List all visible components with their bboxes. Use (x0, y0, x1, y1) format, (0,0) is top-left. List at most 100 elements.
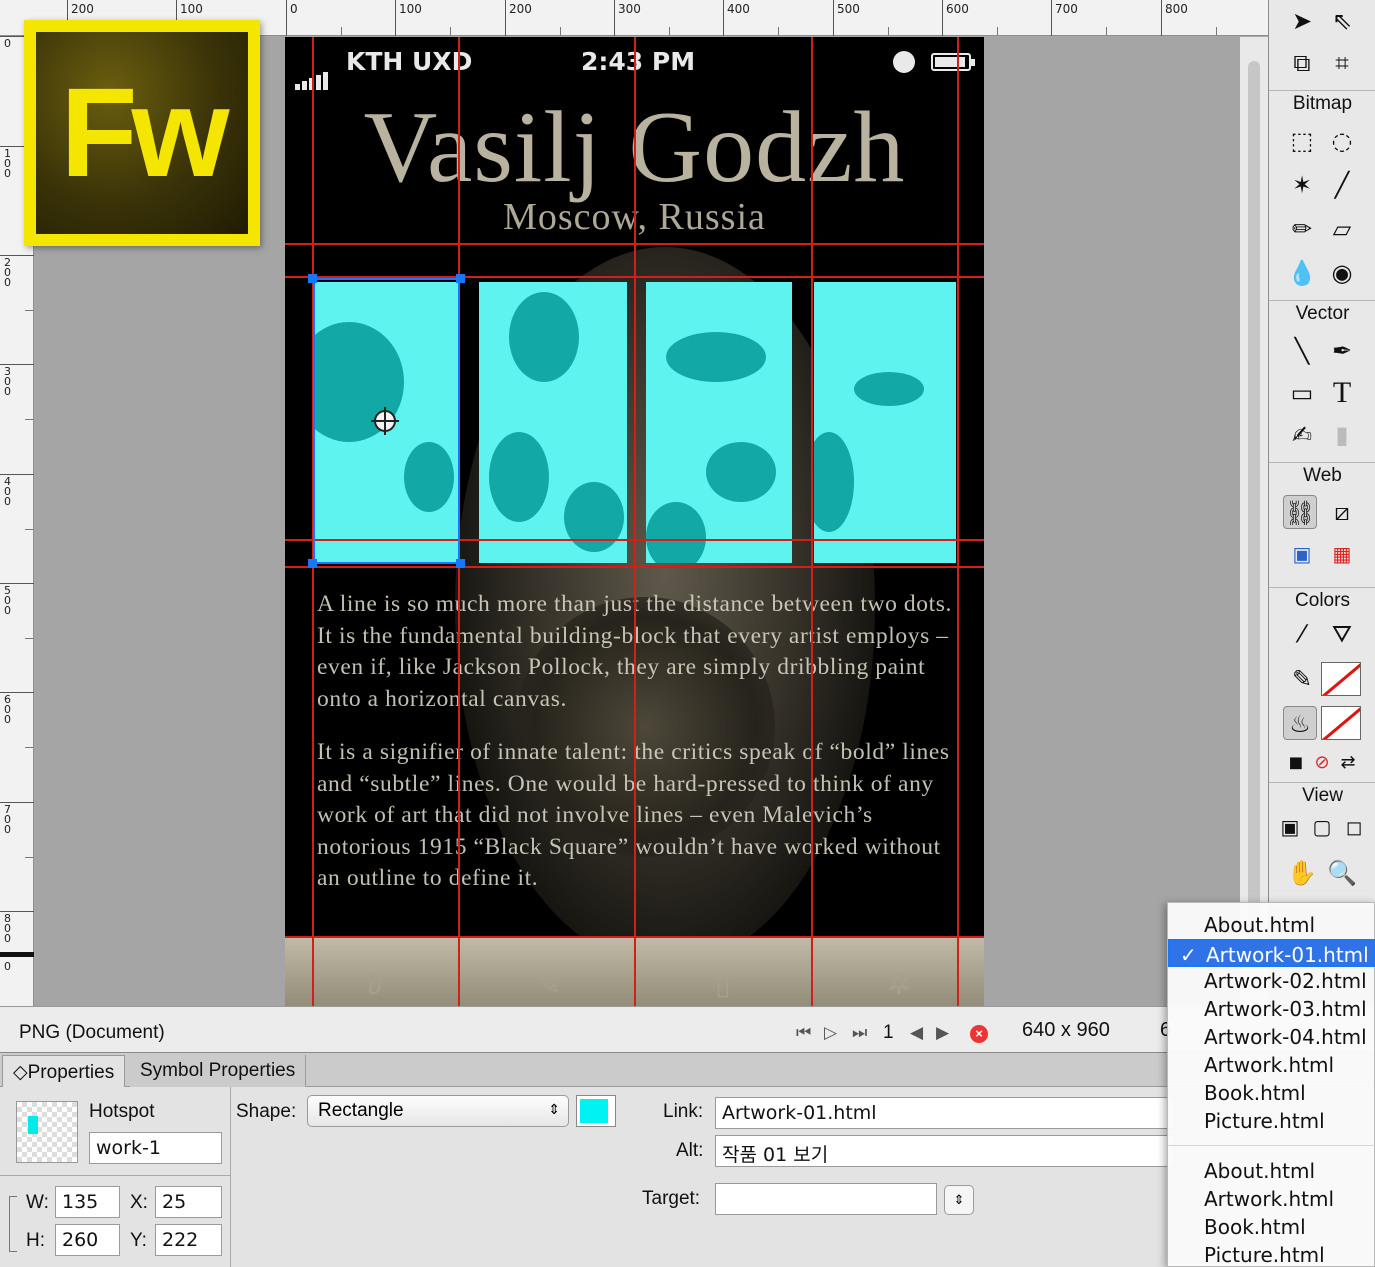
play-icon[interactable]: ▷ (824, 1023, 837, 1043)
guide-vertical[interactable] (634, 37, 636, 1006)
menu-item[interactable]: About.html (1168, 911, 1375, 939)
last-frame-icon[interactable]: ⏭ (852, 1023, 867, 1043)
standard-screen-mode-icon[interactable]: ▣ (1273, 810, 1307, 844)
vector-section-header: Vector (1269, 300, 1375, 326)
hotspot-color-swatch[interactable] (576, 1095, 616, 1127)
bio-paragraph-2: It is a signifier of innate talent: the … (317, 739, 950, 891)
target-dropdown-icon[interactable]: ⇕ (944, 1185, 974, 1215)
selection-handle[interactable] (308, 274, 317, 283)
menu-item[interactable]: Artwork.html (1168, 1185, 1375, 1213)
menu-item[interactable]: About.html (1168, 1157, 1375, 1185)
menu-item[interactable]: Artwork-02.html (1168, 967, 1375, 995)
ruler-label: 500 (4, 584, 11, 617)
fill-color-icon[interactable]: ♨ (1283, 706, 1317, 740)
guide-horizontal[interactable] (285, 936, 984, 938)
brush-icon[interactable]: ✎ (533, 969, 565, 1001)
stroke-color-swatch[interactable] (1321, 662, 1361, 696)
x-field[interactable]: 25 (155, 1186, 222, 1218)
next-frame-icon[interactable]: ▶ (936, 1023, 949, 1043)
object-name-field[interactable]: work-1 (89, 1132, 222, 1164)
zoom-tool-icon[interactable]: 🔍 (1325, 856, 1359, 890)
menu-item[interactable]: Picture.html (1168, 1241, 1375, 1267)
swap-colors-icon[interactable]: ⇄ (1331, 746, 1365, 780)
brush-tool-icon[interactable]: ╱ (1325, 168, 1359, 202)
alarm-icon (893, 51, 915, 73)
menu-item[interactable]: Artwork-03.html (1168, 995, 1375, 1023)
collapse-icon: ◇ (13, 1062, 28, 1083)
height-field[interactable]: 260 (55, 1224, 120, 1256)
link-field[interactable]: Artwork-01.html (715, 1097, 1175, 1129)
y-field[interactable]: 222 (155, 1224, 222, 1256)
artwork-thumbnail-2[interactable] (479, 282, 627, 563)
pointer-tool-icon[interactable]: ➤ (1285, 4, 1319, 38)
hotspot-tool-icon[interactable]: ⛓ (1283, 495, 1317, 529)
menu-separator (1168, 1145, 1375, 1146)
ruler-label: 200 (4, 256, 11, 289)
select-arrows-icon: ⇕ (548, 1101, 560, 1117)
book-icon[interactable]: ▯ (707, 969, 739, 1001)
ruler-label: 0 (4, 960, 11, 973)
artwork-thumbnail-3[interactable] (646, 282, 792, 563)
artwork-thumbnail-4[interactable] (814, 282, 956, 563)
menu-item-selected[interactable]: ✓ Artwork-01.html (1168, 939, 1375, 967)
menu-item[interactable]: Artwork-04.html (1168, 1023, 1375, 1051)
rectangle-tool-icon[interactable]: ▭ (1285, 376, 1319, 410)
menu-item[interactable]: Book.html (1168, 1213, 1375, 1241)
stop-icon[interactable]: × (970, 1025, 988, 1043)
menu-item[interactable]: Picture.html (1168, 1107, 1375, 1135)
aperture-icon[interactable]: ✲ (883, 969, 915, 1001)
checkmark-icon: ✓ (1180, 943, 1197, 967)
crop-tool-icon[interactable]: ⌗ (1325, 46, 1359, 80)
paint-bucket-tool-icon[interactable]: ⛛ (1325, 617, 1359, 651)
show-slices-icon[interactable]: ▦ (1325, 537, 1359, 571)
object-type-label: Hotspot (89, 1101, 155, 1122)
pen-tool-icon[interactable]: ✒ (1325, 334, 1359, 368)
knife-tool-icon[interactable]: ▮ (1325, 418, 1359, 452)
scale-tool-icon[interactable]: ⧉ (1285, 46, 1319, 80)
eraser-tool-icon[interactable]: ▱ (1325, 212, 1359, 246)
scrollbar-thumb[interactable] (1248, 61, 1260, 941)
ruler-label: 600 (946, 2, 969, 16)
selection-handle[interactable] (308, 559, 317, 568)
fill-color-swatch[interactable] (1321, 706, 1361, 740)
pencil-tool-icon[interactable]: ✏ (1285, 212, 1319, 246)
first-frame-icon[interactable]: ⏮ (796, 1023, 811, 1043)
person-icon[interactable]: ∂ (359, 969, 391, 1001)
full-screen-mode-icon[interactable]: ◻ (1337, 810, 1371, 844)
hide-slices-icon[interactable]: ▣ (1285, 537, 1319, 571)
menu-item[interactable]: Artwork.html (1168, 1051, 1375, 1079)
width-field[interactable]: 135 (55, 1186, 120, 1218)
guide-horizontal[interactable] (285, 566, 984, 568)
tab-symbol-properties[interactable]: Symbol Properties (130, 1055, 307, 1087)
hand-tool-icon[interactable]: ✋ (1285, 856, 1319, 890)
guide-horizontal[interactable] (285, 243, 984, 245)
blur-tool-icon[interactable]: 💧 (1285, 256, 1319, 290)
magic-wand-tool-icon[interactable]: ✶ (1285, 168, 1319, 202)
ruler-label: 300 (618, 2, 641, 16)
lasso-tool-icon[interactable]: ◌ (1325, 124, 1359, 158)
red-eye-tool-icon[interactable]: ◉ (1325, 256, 1359, 290)
alt-field[interactable]: 작품 01 보기 (715, 1135, 1175, 1167)
eyedropper-tool-icon[interactable]: ⁄ (1285, 617, 1319, 651)
full-screen-menus-mode-icon[interactable]: ▢ (1305, 810, 1339, 844)
line-tool-icon[interactable]: ╲ (1285, 334, 1319, 368)
slice-tool-icon[interactable]: ⧄ (1325, 495, 1359, 529)
stroke-color-icon[interactable]: ✎ (1285, 662, 1319, 696)
guide-vertical[interactable] (811, 37, 813, 1006)
text-tool-icon[interactable]: T (1325, 376, 1359, 410)
subselection-tool-icon[interactable]: ⇖ (1325, 4, 1359, 38)
web-section-header: Web (1269, 462, 1375, 488)
target-field[interactable] (715, 1183, 937, 1215)
previous-frame-icon[interactable]: ◀ (910, 1023, 923, 1043)
menu-item-label: Artwork-01.html (1206, 943, 1369, 967)
selection-handle[interactable] (456, 559, 465, 568)
vertical-scrollbar[interactable] (1240, 37, 1268, 1006)
marquee-tool-icon[interactable]: ⬚ (1285, 124, 1319, 158)
freeform-tool-icon[interactable]: ✍ (1285, 418, 1319, 452)
menu-item[interactable]: Book.html (1168, 1079, 1375, 1107)
shape-select[interactable]: Rectangle ⇕ (307, 1095, 569, 1127)
guide-vertical[interactable] (957, 37, 959, 1006)
constrain-proportions-icon[interactable] (9, 1196, 17, 1252)
selection-handle[interactable] (456, 274, 465, 283)
tab-properties[interactable]: ◇Properties (2, 1055, 126, 1087)
